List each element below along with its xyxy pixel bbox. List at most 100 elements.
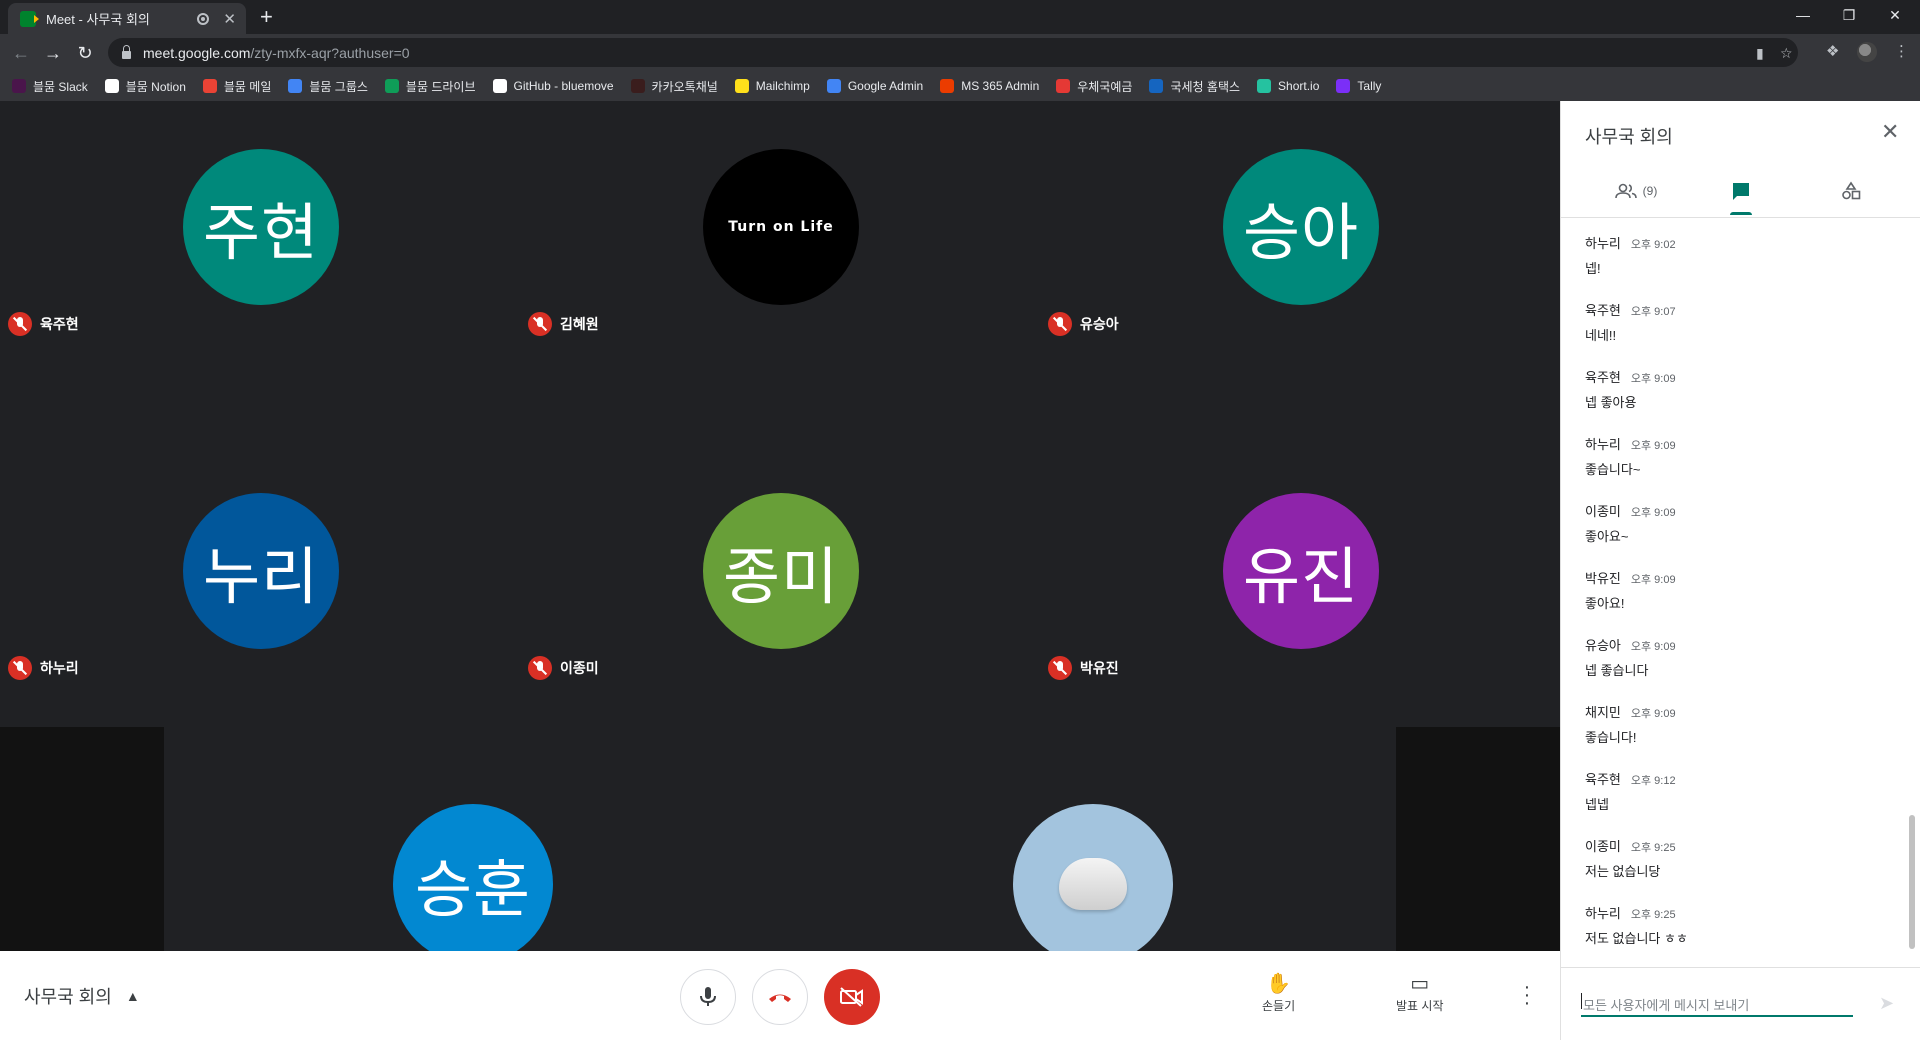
participant-avatar: 승훈 (393, 804, 553, 964)
bookmark-item[interactable]: 국세청 홈택스 (1149, 78, 1240, 95)
mic-muted-icon (528, 312, 552, 336)
participant-nameplate: 하누리 (8, 656, 79, 680)
bookmark-item[interactable]: 블뭄 Slack (12, 78, 88, 95)
chat-message: 채지민 오후 9:09 좋습니다! (1585, 702, 1885, 769)
camera-toggle-button[interactable] (824, 969, 880, 1025)
composer-divider (1561, 967, 1920, 968)
bookmark-favicon-icon (384, 79, 399, 93)
chat-timestamp: 오후 9:09 (1630, 708, 1676, 720)
bookmark-item[interactable]: 블뭄 드라이브 (384, 78, 476, 95)
forward-icon[interactable]: → (40, 40, 66, 66)
extensions-icon[interactable]: ❖ (1826, 42, 1839, 60)
bookmark-item[interactable]: Short.io (1257, 79, 1319, 93)
mic-muted-icon (1048, 656, 1072, 680)
avatar-initials: 승아 (1242, 196, 1360, 269)
chat-text: 좋습니다! (1585, 730, 1637, 745)
chat-message-header: 유승아 오후 9:09 (1585, 635, 1885, 654)
close-panel-icon[interactable]: ✕ (1881, 119, 1899, 145)
leave-call-button[interactable] (752, 969, 808, 1025)
chat-text: 좋아요~ (1585, 529, 1629, 544)
raise-hand-button[interactable]: ✋ 손들기 (1262, 971, 1295, 1014)
chat-message: 하누리 오후 9:02 넵! (1585, 233, 1885, 300)
empty-tile-left (0, 727, 164, 951)
minimize-window-icon[interactable]: — (1780, 0, 1826, 30)
chat-sender: 이종미 (1585, 504, 1621, 519)
tab-chat[interactable] (1691, 171, 1791, 215)
chevron-up-icon: ▲ (125, 988, 140, 1004)
tab-participants[interactable]: (9) (1591, 171, 1681, 211)
chat-text: 좋아요! (1585, 596, 1625, 611)
present-now-button[interactable]: ▭ 발표 시작 (1396, 971, 1444, 1014)
bookmark-label: 블뭄 메일 (223, 79, 272, 94)
hang-up-icon (769, 994, 791, 1002)
more-options-icon[interactable]: · · · (1522, 977, 1532, 1013)
bookmark-favicon-icon (826, 79, 841, 93)
mic-muted-icon (8, 656, 32, 680)
new-tab-button[interactable]: + (260, 5, 273, 29)
microphone-toggle-button[interactable] (680, 969, 736, 1025)
chat-message: 육주현 오후 9:12 넵넵 (1585, 769, 1885, 836)
panel-title: 사무국 회의 (1585, 127, 1673, 147)
chat-timestamp: 오후 9:09 (1630, 373, 1676, 385)
bookmark-item[interactable]: Tally (1336, 79, 1381, 93)
bookmark-item[interactable]: MS 365 Admin (940, 79, 1039, 93)
chat-scrollbar[interactable] (1909, 815, 1915, 949)
chat-message-input[interactable]: 모든 사용자에게 메시지 보내기 (1581, 987, 1853, 1017)
raise-hand-label: 손들기 (1262, 999, 1296, 1013)
chat-message: 육주현 오후 9:09 넵 좋아용 (1585, 367, 1885, 434)
meeting-details-toggle[interactable]: 사무국 회의 ▲ (24, 983, 140, 1009)
present-screen-icon: ▭ (1410, 973, 1430, 995)
bookmark-label: 블뭄 Slack (33, 79, 88, 94)
chat-sender: 육주현 (1585, 772, 1621, 787)
participant-avatar: 주현 (183, 149, 339, 305)
participant-nameplate: 육주현 (8, 312, 79, 336)
bookmark-item[interactable]: Google Admin (826, 79, 923, 93)
chat-timestamp: 오후 9:09 (1630, 641, 1676, 653)
tab-close-icon[interactable]: ✕ (223, 10, 236, 28)
chat-sender: 하누리 (1585, 906, 1621, 921)
url-host: meet.google.com (143, 44, 251, 61)
bookmark-favicon-icon (1056, 79, 1071, 93)
participant-nameplate: 김혜원 (528, 312, 599, 336)
mic-muted-icon (8, 312, 32, 336)
bookmark-item[interactable]: Mailchimp (734, 79, 810, 93)
bookmark-item[interactable]: 우체국예금 (1056, 78, 1132, 95)
close-window-icon[interactable]: ✕ (1872, 0, 1918, 30)
chat-message-header: 이종미 오후 9:25 (1585, 836, 1885, 855)
send-icon[interactable]: ➤ (1879, 993, 1894, 1014)
back-icon[interactable]: ← (8, 40, 34, 66)
browser-menu-icon[interactable]: ⋮ (1894, 42, 1909, 60)
chat-message-header: 육주현 오후 9:12 (1585, 769, 1885, 788)
chat-timestamp: 오후 9:12 (1630, 775, 1676, 787)
browser-toolbar: ← → ↻ meet.google.com /zty-mxfx-aqr?auth… (0, 34, 1920, 71)
bookmark-item[interactable]: 카카오톡채널 (630, 78, 718, 95)
chat-message: 하누리 오후 9:25 저도 없습니다 ㅎㅎ (1585, 903, 1885, 970)
avatar-initials: 주현 (202, 196, 320, 269)
reload-icon[interactable]: ↻ (72, 40, 98, 66)
chat-message: 하누리 오후 9:09 좋습니다~ (1585, 434, 1885, 501)
bookmark-star-icon[interactable]: ☆ (1780, 45, 1793, 62)
participant-avatar: 승아 (1223, 149, 1379, 305)
chat-message: 이종미 오후 9:09 좋아요~ (1585, 501, 1885, 568)
mic-muted-icon (1048, 312, 1072, 336)
restore-window-icon[interactable]: ❐ (1826, 0, 1872, 30)
bookmark-item[interactable]: 블뭄 그룹스 (288, 78, 368, 95)
chat-timestamp: 오후 9:09 (1630, 440, 1676, 452)
bookmark-label: Short.io (1278, 79, 1320, 93)
browser-tab-meet[interactable]: Meet - 사무국 회의 ✕ (8, 3, 246, 34)
bookmark-label: 블뭄 그룹스 (309, 79, 368, 94)
address-bar[interactable]: meet.google.com /zty-mxfx-aqr?authuser=0… (108, 38, 1798, 67)
bookmark-item[interactable]: 블뭄 메일 (202, 78, 272, 95)
chat-message-header: 하누리 오후 9:02 (1585, 233, 1885, 252)
tab-activities[interactable] (1801, 171, 1901, 211)
chat-message-header: 박유진 오후 9:09 (1585, 568, 1885, 587)
bookmark-item[interactable]: GitHub - bluemove (492, 79, 614, 93)
bookmark-item[interactable]: 블뭄 Notion (104, 78, 186, 95)
camera-in-use-icon[interactable]: ▮ (1756, 45, 1764, 62)
chat-sender: 육주현 (1585, 370, 1621, 385)
participant-name: 하누리 (40, 660, 79, 676)
participants-count: (9) (1642, 184, 1658, 198)
profile-avatar[interactable] (1857, 42, 1877, 62)
chat-message-header: 채지민 오후 9:09 (1585, 702, 1885, 721)
participant-avatar: 유진 (1223, 493, 1379, 649)
